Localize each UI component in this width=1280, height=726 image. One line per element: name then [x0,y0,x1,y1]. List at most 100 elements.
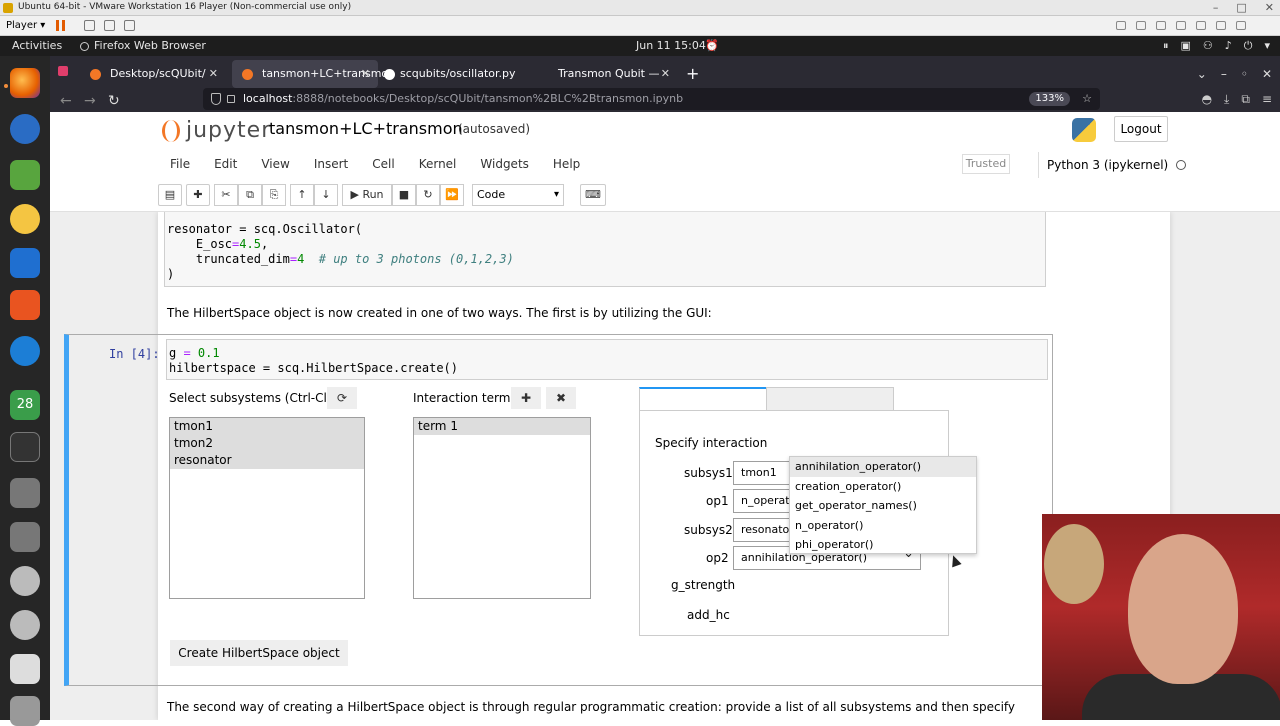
menu-view[interactable]: View [249,151,301,177]
dropdown-option[interactable]: n_operator() [790,516,976,536]
system-menu-icon[interactable]: ▾ [1264,36,1270,56]
term-option[interactable]: term 1 [414,418,590,435]
close-icon[interactable]: ✕ [1265,0,1274,15]
tab-desktop-scqubit[interactable]: Desktop/scQUbit/ ✕ [80,60,226,88]
restart-icon[interactable]: ↻ [416,184,440,206]
code-cell-oscillator[interactable]: resonator = scq.Oscillator( E_osc = 4.5, t… [164,212,1046,287]
code-editor[interactable]: g = 0.1 hilbertspace = scq.HilbertSpace.… [166,339,1048,380]
cell-type-select[interactable]: Code [472,184,564,206]
device-message-icon[interactable] [1236,21,1246,30]
tracking-shield-icon[interactable] [211,93,221,105]
fullscreen-icon[interactable] [104,20,115,31]
firefox-view-icon[interactable] [58,66,68,76]
clock[interactable]: Jun 11 15:04 [636,36,706,56]
dropdown-option[interactable]: creation_operator() [790,477,976,497]
close-tab-icon[interactable]: ✕ [209,60,218,88]
activities-button[interactable]: Activities [12,36,62,56]
send-keys-icon[interactable] [84,20,95,31]
interaction-terms-list[interactable]: term 1 [413,417,591,599]
zoom-level[interactable]: 133% [1029,92,1070,106]
browser-close-icon[interactable]: ✕ [1262,60,1272,88]
subsystem-option[interactable]: tmon1 [170,418,364,435]
device-disk-icon[interactable] [1136,21,1146,30]
volume-icon[interactable]: ♪ [1225,36,1232,56]
trash-dock-icon[interactable] [10,696,40,726]
cut-icon[interactable]: ✂ [214,184,238,206]
pause-icon[interactable] [56,20,65,31]
url-bar[interactable]: localhost:8888/notebooks/Desktop/scQUbit… [203,88,1100,110]
minimize-icon[interactable]: – [1213,0,1219,15]
device-sound-icon[interactable] [1196,21,1206,30]
menu-file[interactable]: File [158,151,202,177]
firefox-dock-icon[interactable] [10,68,40,98]
close-tab-icon[interactable]: ✕ [361,60,370,88]
page-info-icon[interactable] [227,95,235,103]
command-palette-icon[interactable]: ⌨ [580,184,606,206]
subsystems-multiselect[interactable]: tmon1 tmon2 resonator [169,417,365,599]
unity-icon[interactable] [124,20,135,31]
menu-widgets[interactable]: Widgets [468,151,541,177]
menu-icon[interactable]: ≡ [1262,92,1272,107]
player-menu[interactable]: Player ▾ [6,16,45,35]
display-icon[interactable]: ▣ [1180,36,1190,56]
calendar-dock-icon[interactable]: 28 [10,390,40,420]
back-icon[interactable]: ← [60,92,72,110]
software-dock-icon[interactable] [10,290,40,320]
menu-help[interactable]: Help [541,151,592,177]
tab-interaction-2[interactable] [766,387,894,411]
subsystem-option[interactable]: resonator [170,452,364,469]
jupyter-logo[interactable]: jupyter [162,118,271,143]
rhythmbox-dock-icon[interactable] [10,204,40,234]
device-usb-icon[interactable] [1176,21,1186,30]
pocket-icon[interactable]: ◓ [1202,92,1212,107]
writer-dock-icon[interactable] [10,248,40,278]
menu-insert[interactable]: Insert [302,151,360,177]
extensions-icon[interactable]: ⧉ [1241,92,1250,107]
power-icon[interactable]: ⏻ [1244,36,1253,56]
help-dock-icon[interactable] [10,336,40,366]
move-up-icon[interactable]: ↑ [290,184,314,206]
app-menu[interactable]: Firefox Web Browser [80,36,206,56]
copy-icon[interactable]: ⧉ [238,184,262,206]
network-icon[interactable]: ⚇ [1203,36,1213,56]
device-printer-icon[interactable] [1116,21,1126,30]
refresh-subsystems-button[interactable]: ⟳ [327,387,357,409]
logout-button[interactable]: Logout [1114,116,1168,142]
menu-cell[interactable]: Cell [360,151,406,177]
subsystem-option[interactable]: tmon2 [170,435,364,452]
tab-list-icon[interactable]: ⌄ [1197,60,1207,88]
run-button[interactable]: ▶ Run [342,184,392,206]
remove-term-button[interactable]: ✖ [546,387,576,409]
browser-minimize-icon[interactable]: – [1221,60,1227,88]
save-icon[interactable]: ▤ [158,184,182,206]
tab-transmon-docs[interactable]: Transmon Qubit — scqub ✕ [528,60,678,108]
op2-dropdown-list[interactable]: annihilation_operator() creation_operato… [789,456,977,554]
close-tab-icon[interactable]: ✕ [661,60,670,88]
dropdown-option[interactable]: phi_operator() [790,535,976,555]
insert-cell-icon[interactable]: ✚ [186,184,210,206]
add-term-button[interactable]: ✚ [511,387,541,409]
menu-kernel[interactable]: Kernel [407,151,469,177]
new-tab-icon[interactable]: + [686,60,699,88]
paste-icon[interactable]: ⎘ [262,184,286,206]
files-dock-icon[interactable] [10,160,40,190]
maximize-icon[interactable]: □ [1236,0,1246,15]
reload-icon[interactable]: ↻ [108,92,120,110]
terminal-dock-icon[interactable] [10,432,40,462]
tab-interaction-1[interactable] [639,387,767,411]
restart-run-all-icon[interactable]: ⏩ [440,184,464,206]
indicator-icon[interactable]: ⏸ [1163,36,1169,56]
kernel-indicator[interactable]: Python 3 (ipykernel) [1038,152,1187,178]
tab-notebook[interactable]: tansmon+LC+transmon ✕ [232,60,395,88]
thunderbird-dock-icon[interactable] [10,114,40,144]
dvd1-dock-icon[interactable] [10,566,40,596]
device-network-icon[interactable] [1156,21,1166,30]
device-display-icon[interactable] [1216,21,1226,30]
text-editor-dock-icon[interactable] [10,654,40,684]
trusted-badge[interactable]: Trusted [962,154,1010,174]
notebook-title[interactable]: tansmon+LC+transmon [269,119,463,138]
disk2-dock-icon[interactable] [10,522,40,552]
tab-github[interactable]: scqubits/oscillator.py at [378,60,524,108]
bookmark-star-icon[interactable]: ☆ [1082,88,1092,110]
move-down-icon[interactable]: ↓ [314,184,338,206]
